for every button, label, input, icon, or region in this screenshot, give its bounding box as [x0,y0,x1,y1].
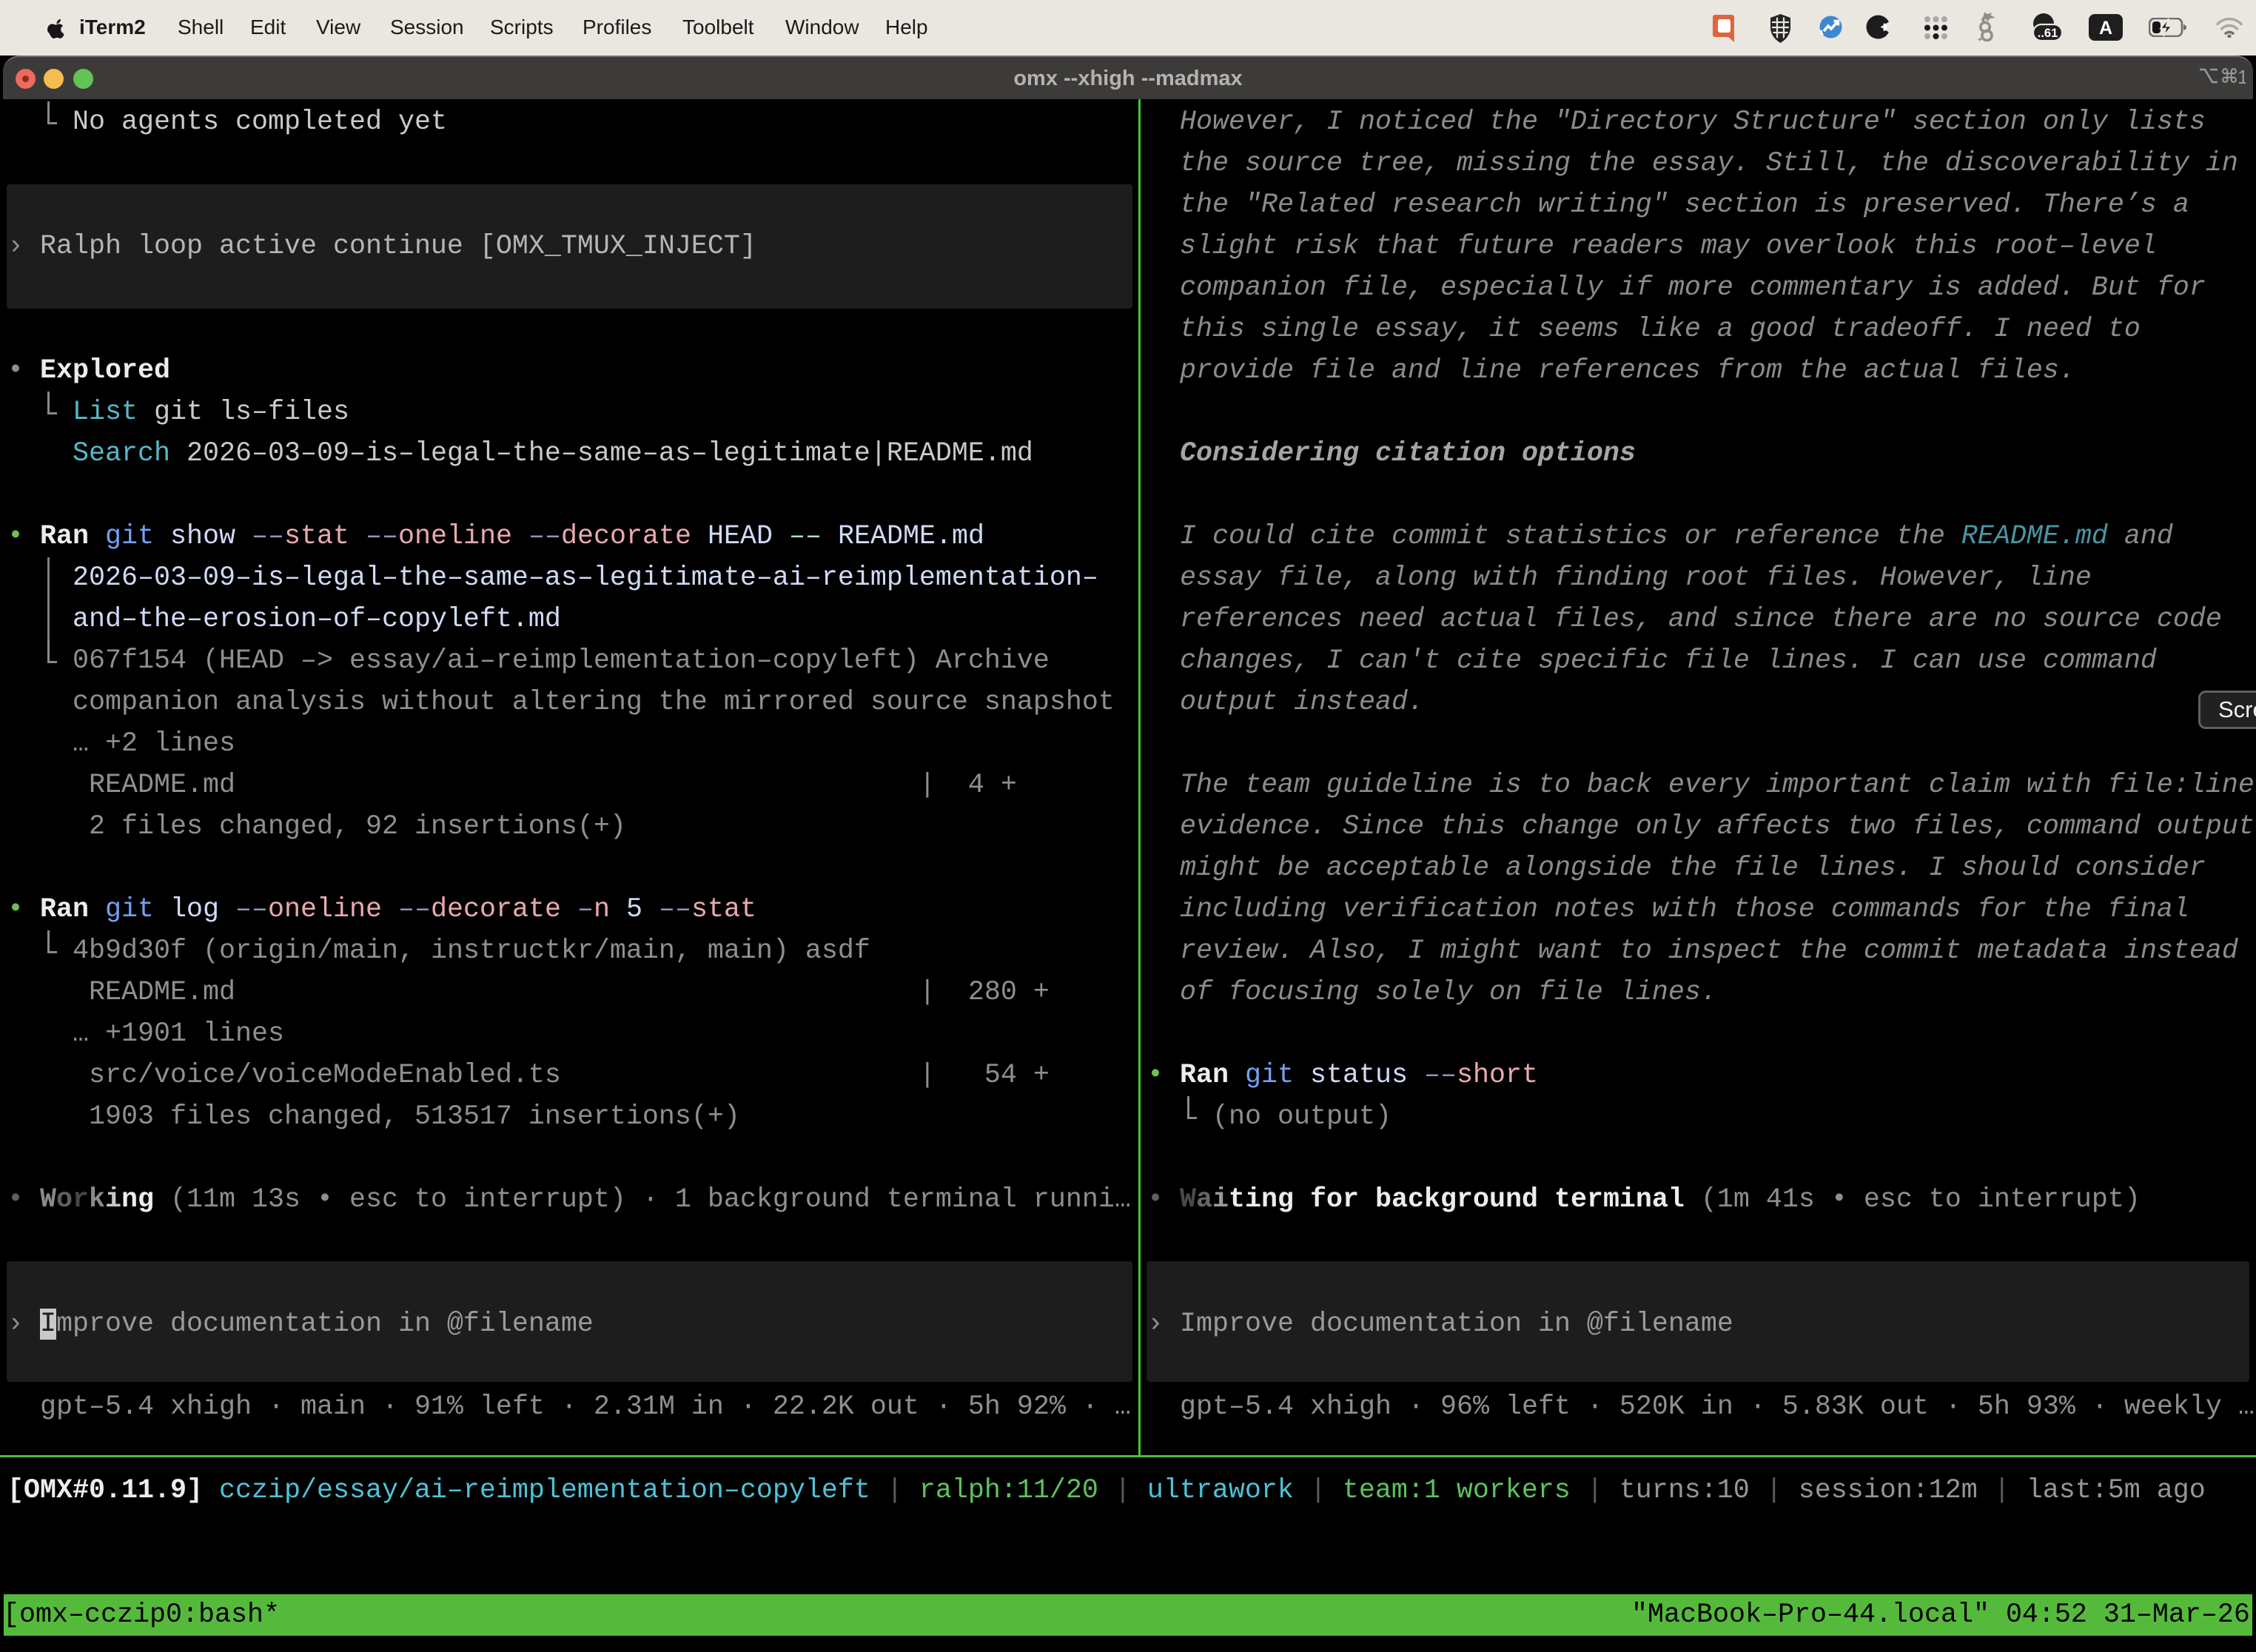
svg-text:..61: ..61 [2038,27,2058,40]
svg-text:1: 1 [2237,66,2246,87]
svg-text:A: A [2099,18,2112,38]
